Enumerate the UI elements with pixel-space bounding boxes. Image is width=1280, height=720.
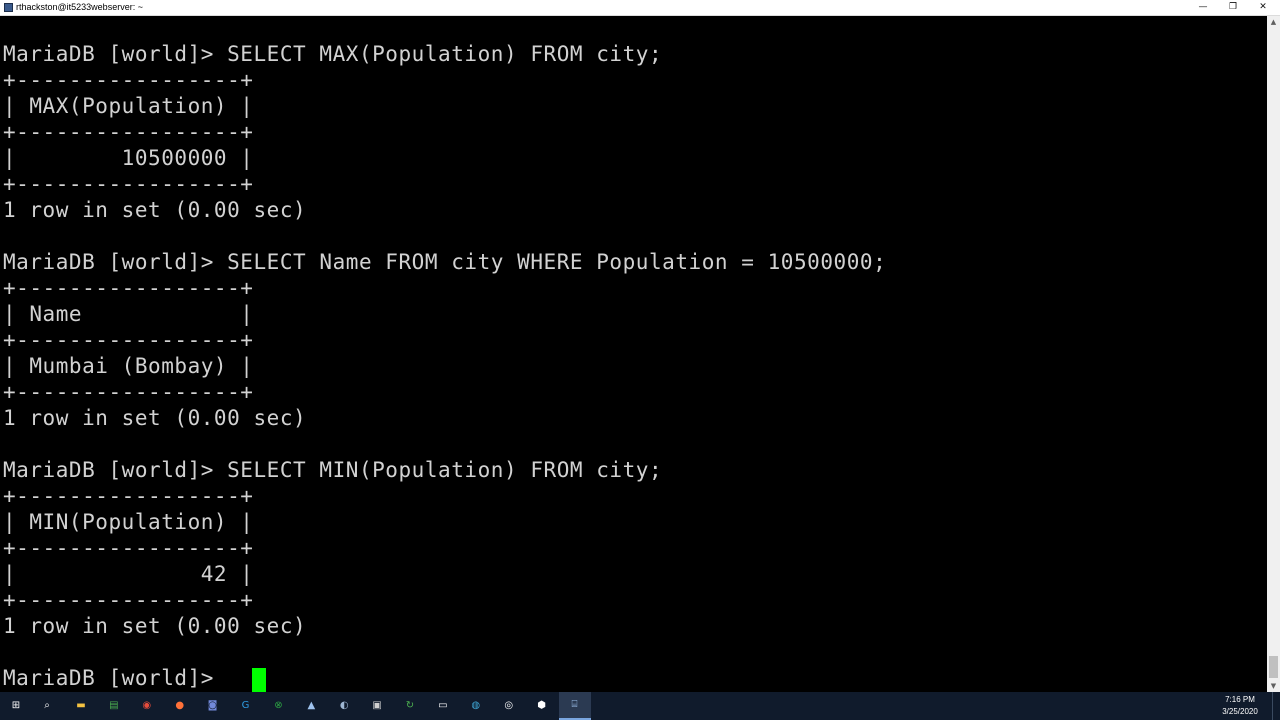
- terminal-line: +-----------------+: [3, 120, 254, 144]
- vertical-scrollbar[interactable]: ▲ ▼: [1267, 16, 1280, 692]
- terminal-line: +-----------------+: [3, 536, 254, 560]
- terminal-line: +-----------------+: [3, 172, 254, 196]
- terminal-line: | 10500000 |: [3, 146, 254, 170]
- taskbar-button-notepad[interactable]: ▤: [98, 692, 130, 720]
- taskbar-button-xbox[interactable]: ⊗: [262, 692, 294, 720]
- firefox-icon: ●: [175, 700, 185, 711]
- taskbar-button-chrome[interactable]: ◉: [131, 692, 163, 720]
- terminal-line: +-----------------+: [3, 484, 254, 508]
- system-clock[interactable]: 7:16 PM 3/25/2020: [1210, 694, 1270, 718]
- taskbar-button-discord[interactable]: ◙: [197, 692, 229, 720]
- clock-date: 3/25/2020: [1222, 707, 1258, 716]
- scrollbar-thumb[interactable]: [1269, 656, 1278, 678]
- printer-icon: ▣: [372, 700, 382, 711]
- scroll-down-arrow-icon[interactable]: ▼: [1267, 680, 1280, 692]
- terminal-line: | MIN(Population) |: [3, 510, 254, 534]
- terminal-line: 1 row in set (0.00 sec): [3, 614, 307, 638]
- arduino-icon: ▲: [307, 700, 316, 711]
- text-cursor: [252, 668, 266, 692]
- windows-start-icon: ⊞: [11, 700, 21, 711]
- search-icon: ⌕: [44, 700, 50, 711]
- taskbar-button-globe[interactable]: ◍: [460, 692, 492, 720]
- notepad-icon: ▤: [109, 700, 119, 711]
- show-desktop-button[interactable]: [1272, 692, 1276, 720]
- discord-icon: ◙: [207, 700, 218, 711]
- close-button[interactable]: ✕: [1248, 0, 1278, 15]
- xbox-icon: ⊗: [274, 700, 283, 711]
- taskbar-button-search[interactable]: ⌕: [31, 692, 63, 720]
- taskbar-button-printer[interactable]: ▣: [361, 692, 393, 720]
- terminal-line: MariaDB [world]> SELECT Name FROM city W…: [3, 250, 887, 274]
- maps-pin-icon: ⬢: [537, 700, 546, 711]
- taskbar-button-maps-pin[interactable]: ⬢: [526, 692, 558, 720]
- putty-icon: ⌸: [571, 699, 578, 710]
- taskbar-button-file-explorer[interactable]: ▬: [65, 692, 97, 720]
- windows-taskbar: ⊞ ⌕ ▬ ▤ ◉ ● ◙ G ⊗ ▲ ◐ ▣ ↻ ▭ ◍ ◎ ⬢ ⌸ 7:16 PM 3/25/2020: [0, 692, 1280, 720]
- putty-app-icon: [4, 3, 13, 12]
- restore-button[interactable]: ❐: [1218, 0, 1248, 15]
- taskbar-button-g-app[interactable]: G: [230, 692, 262, 720]
- terminal-line: 1 row in set (0.00 sec): [3, 406, 307, 430]
- chrome-icon: ◉: [142, 700, 152, 711]
- taskbar-button-remote-desktop[interactable]: ▭: [427, 692, 459, 720]
- terminal-line: | MAX(Population) |: [3, 94, 254, 118]
- scroll-up-arrow-icon[interactable]: ▲: [1267, 16, 1280, 28]
- taskbar-button-steam[interactable]: ◐: [328, 692, 360, 720]
- globe-icon: ◍: [471, 700, 481, 711]
- refresh-app-icon: ↻: [405, 700, 415, 711]
- file-explorer-icon: ▬: [76, 700, 86, 711]
- terminal-line: | 42 |: [3, 562, 254, 586]
- terminal-line: +-----------------+: [3, 380, 254, 404]
- terminal-line: +-----------------+: [3, 68, 254, 92]
- taskbar-button-windows-start[interactable]: ⊞: [0, 692, 32, 720]
- window-title: rthackston@it5233webserver: ~: [16, 2, 143, 12]
- taskbar-button-putty[interactable]: ⌸: [558, 692, 591, 720]
- taskbar-button-obs[interactable]: ◎: [493, 692, 525, 720]
- taskbar-button-firefox[interactable]: ●: [164, 692, 196, 720]
- terminal-line: 1 row in set (0.00 sec): [3, 198, 307, 222]
- terminal-line: +-----------------+: [3, 588, 254, 612]
- terminal-output[interactable]: MariaDB [world]> SELECT MAX(Population) …: [0, 16, 1267, 692]
- taskbar-button-arduino[interactable]: ▲: [295, 692, 327, 720]
- minimize-button[interactable]: —: [1188, 0, 1218, 15]
- g-app-icon: G: [241, 700, 250, 711]
- terminal-prompt: MariaDB [world]>: [3, 666, 228, 690]
- taskbar-button-refresh-app[interactable]: ↻: [394, 692, 426, 720]
- terminal-line: MariaDB [world]> SELECT MIN(Population) …: [3, 458, 663, 482]
- steam-icon: ◐: [339, 700, 349, 711]
- terminal-line: | Name |: [3, 302, 254, 326]
- terminal-line: +-----------------+: [3, 276, 254, 300]
- obs-icon: ◎: [504, 700, 514, 711]
- terminal-line: +-----------------+: [3, 328, 254, 352]
- remote-desktop-icon: ▭: [438, 700, 448, 711]
- clock-time: 7:16 PM: [1225, 695, 1255, 704]
- terminal-line: MariaDB [world]> SELECT MAX(Population) …: [3, 42, 663, 66]
- window-title-bar[interactable]: rthackston@it5233webserver: ~ — ❐ ✕: [0, 0, 1280, 16]
- terminal-line: | Mumbai (Bombay) |: [3, 354, 254, 378]
